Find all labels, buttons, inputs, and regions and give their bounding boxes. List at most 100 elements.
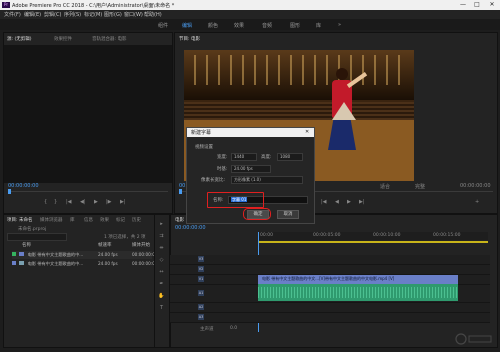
program-end-timecode: 00:00:00:00 <box>460 183 491 189</box>
tab-markers[interactable]: 标记 <box>116 217 125 223</box>
mark-out-button[interactable]: } <box>54 199 57 205</box>
mark-in-button[interactable]: { <box>44 199 47 205</box>
source-timecode[interactable]: 00:00:00:00 <box>8 183 39 189</box>
workspace-graphics[interactable]: 图形 <box>290 22 300 29</box>
menu-clip[interactable]: 剪辑(C) <box>44 11 61 18</box>
list-item[interactable]: 电影 带有中文主题歌曲的中... 24.00 fps 00:00:00:00 <box>12 260 158 268</box>
list-item[interactable]: 电影 带有中文主题歌曲的中... 24.00 fps 00:00:00:00 <box>12 251 158 259</box>
column-name[interactable]: 名称 <box>22 242 31 248</box>
item-name: 电影 带有中文主题歌曲的中... <box>27 252 84 257</box>
workspace-bar: 组件 编辑 颜色 效果 音频 图形 库 » <box>0 19 500 30</box>
ruler-mark: 00:00:05:00 <box>313 233 341 238</box>
menu-edit[interactable]: 编辑(E) <box>24 11 41 18</box>
fit-dropdown[interactable]: 适合 <box>380 183 390 190</box>
source-scrubber[interactable] <box>8 191 168 192</box>
new-title-dialog: 新建字幕 ✕ 视频设置 宽度: 1440 高度: 1080 时基: 24.00 … <box>186 127 315 224</box>
program-step-forward-button[interactable]: ▶| <box>359 199 365 205</box>
workspace-audio[interactable]: 音频 <box>262 22 272 29</box>
slip-tool-icon[interactable]: ↔ <box>158 269 165 276</box>
track-label-v3[interactable]: V3 <box>198 256 204 262</box>
close-window-button[interactable]: ✕ <box>485 1 499 9</box>
audio-clip[interactable] <box>258 284 458 301</box>
menu-help[interactable]: 帮助(H) <box>144 11 162 18</box>
go-to-out-button[interactable]: ▶| <box>120 199 126 205</box>
menu-window[interactable]: 窗口(W) <box>124 11 143 18</box>
track-label-a1[interactable]: A1 <box>198 290 204 296</box>
tab-info[interactable]: 信息 <box>84 217 93 223</box>
tab-effects[interactable]: 效果 <box>100 217 109 223</box>
column-media-start[interactable]: 媒体开始 <box>132 242 150 248</box>
quality-dropdown[interactable]: 完整 <box>415 183 425 190</box>
window-title: Adobe Premiere Pro CC 2018 - C:\用户\Admin… <box>12 3 175 9</box>
maximize-button[interactable]: □ <box>470 1 484 9</box>
column-frame-rate[interactable]: 帧速率 <box>98 242 112 248</box>
project-search-input[interactable] <box>7 233 67 241</box>
source-playhead[interactable] <box>8 189 11 194</box>
tab-audio-mixer[interactable]: 音轨混合器: 电影 <box>92 36 126 42</box>
type-tool-icon[interactable]: T <box>158 305 165 312</box>
tab-source[interactable]: 源: (无剪辑) <box>7 36 31 42</box>
step-back-button[interactable]: ◀| <box>80 199 86 205</box>
program-go-to-in-button[interactable]: |◀ <box>321 199 327 205</box>
step-forward-button[interactable]: |▶ <box>106 199 112 205</box>
ruler-mark: 00:00:15:00 <box>433 233 461 238</box>
selection-tool-icon[interactable]: ▸ <box>158 221 165 228</box>
timeline-timecode[interactable]: 00:00:00:00 <box>175 225 206 231</box>
dialog-close-icon[interactable]: ✕ <box>305 129 309 135</box>
go-to-in-button[interactable]: |◀ <box>66 199 72 205</box>
video-settings-heading: 视频设置 <box>195 145 213 150</box>
workspace-effects[interactable]: 效果 <box>234 22 244 29</box>
program-playhead[interactable] <box>179 189 182 194</box>
menu-marker[interactable]: 标记(M) <box>84 11 102 18</box>
width-label: 宽度: <box>217 155 228 160</box>
height-field[interactable]: 1080 <box>277 153 303 161</box>
master-volume[interactable]: 0.0 <box>230 326 237 331</box>
workspace-editing[interactable]: 编辑 <box>182 22 192 29</box>
track-label-v1[interactable]: V1 <box>198 276 204 282</box>
program-step-back-button[interactable]: ◀ <box>335 199 339 205</box>
pen-tool-icon[interactable]: ✒ <box>158 281 165 288</box>
width-field[interactable]: 1440 <box>231 153 257 161</box>
tab-media-browser[interactable]: 媒体浏览器 <box>40 217 63 223</box>
pixel-aspect-ratio-label: 像素长宽比: <box>201 178 226 183</box>
program-play-button[interactable]: ▶ <box>347 199 351 205</box>
item-fps: 24.00 fps <box>98 261 118 266</box>
timebase-select[interactable]: 24.00 fps <box>231 165 271 173</box>
tab-effect-controls[interactable]: 效果控件 <box>54 36 72 42</box>
clip-icon <box>19 261 25 265</box>
menu-graphics[interactable]: 图形(G) <box>104 11 122 18</box>
minimize-button[interactable]: — <box>456 1 470 9</box>
project-file-name: 未命名.prproj <box>18 227 47 232</box>
audio-waveform <box>258 287 458 298</box>
timeline-ruler[interactable]: 00:00 00:00:05:00 00:00:10:00 00:00:15:0… <box>258 232 488 240</box>
workspace-color[interactable]: 颜色 <box>208 22 218 29</box>
ripple-edit-tool-icon[interactable]: ⇹ <box>158 245 165 252</box>
ok-highlight-box <box>243 208 271 220</box>
item-name: 电影 带有中文主题歌曲的中... <box>27 261 84 266</box>
tab-timeline-sequence[interactable]: 电影 <box>175 217 184 223</box>
tab-project[interactable]: 项目: 未命名 <box>7 217 32 223</box>
tab-libraries[interactable]: 库 <box>70 217 75 223</box>
add-button[interactable]: + <box>475 199 479 205</box>
track-select-tool-icon[interactable]: ⇉ <box>158 233 165 240</box>
razor-tool-icon[interactable]: ◇ <box>158 257 165 264</box>
hand-tool-icon[interactable]: ✋ <box>158 293 165 300</box>
track-label-v2[interactable]: V2 <box>198 266 204 272</box>
track-label-a3[interactable]: A3 <box>198 314 204 320</box>
pixel-aspect-ratio-select[interactable]: 方形像素 (1.0) <box>231 176 303 184</box>
video-clip-label: 电影 带有中文主题歌曲的中文...[V]带有中文主题歌曲的中文电影.mp4 [V… <box>262 276 395 281</box>
workspace-assembly[interactable]: 组件 <box>158 22 168 29</box>
video-clip[interactable]: 电影 带有中文主题歌曲的中文...[V]带有中文主题歌曲的中文电影.mp4 [V… <box>258 275 458 284</box>
menu-file[interactable]: 文件(F) <box>4 11 21 18</box>
tab-program[interactable]: 节目: 电影 <box>179 36 200 42</box>
master-track-label: 主声道 <box>200 327 214 332</box>
play-button[interactable]: ▶ <box>94 199 98 205</box>
work-area-bar[interactable] <box>258 241 488 243</box>
workspace-libraries[interactable]: 库 <box>316 22 321 29</box>
premiere-app-icon: Pr <box>2 2 10 8</box>
workspace-more[interactable]: » <box>338 22 341 28</box>
menu-sequence[interactable]: 序列(S) <box>64 11 81 18</box>
tab-history[interactable]: 历史 <box>132 217 141 223</box>
cancel-button[interactable]: 取消 <box>277 210 299 219</box>
track-label-a2[interactable]: A2 <box>198 304 204 310</box>
